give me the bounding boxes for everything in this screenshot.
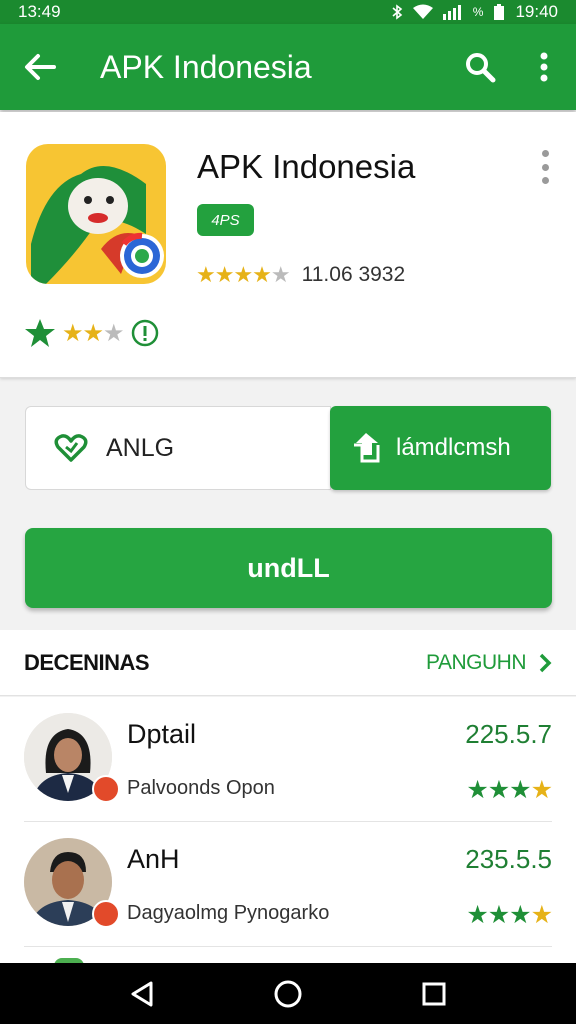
avatar-badge-icon: [92, 775, 120, 803]
status-bar: 13:49 % 19:40: [0, 0, 576, 24]
section-title: DECENINAS: [24, 649, 150, 675]
item-subtitle: Dagyaolmg Pynogarko: [127, 902, 330, 924]
dot-icon: [541, 150, 549, 157]
primary-action-button[interactable]: lámdlcmsh: [330, 406, 551, 490]
item-stars: ★★★★: [466, 901, 553, 929]
primary-action-label: lámdlcmsh: [396, 434, 511, 461]
section-more-link[interactable]: PANGUHN: [426, 651, 552, 675]
dot-icon: [541, 163, 549, 171]
action-button-row: ANLG lámdlcmsh: [25, 406, 552, 490]
app-detail-card: APK Indonesia 4PS ★★★★★ 11.06 3932 ★★★: [0, 112, 576, 378]
search-icon: [466, 53, 496, 83]
back-triangle-icon[interactable]: [129, 980, 155, 1008]
search-button[interactable]: [448, 24, 512, 110]
arrow-back-icon: [25, 54, 56, 80]
item-value: 225.5.7: [465, 719, 552, 749]
item-subtitle: Palvoonds Opon: [127, 777, 275, 799]
battery-percent: %: [472, 5, 484, 19]
item-name: Dptail: [127, 719, 197, 749]
battery-icon: [494, 4, 505, 20]
green-star-icon: [25, 319, 55, 347]
chevron-right-icon: [539, 653, 552, 672]
wifi-icon: [412, 4, 433, 19]
heart-icon: [54, 434, 88, 462]
app-bar-title: APK Indonesia: [100, 48, 312, 85]
item-stars: ★★★★: [466, 776, 553, 804]
home-circle-icon[interactable]: [273, 979, 303, 1009]
app-name: APK Indonesia: [197, 148, 416, 185]
more-options-button[interactable]: [512, 24, 576, 110]
mini-rating-row: ★★★: [24, 318, 160, 348]
rating-row: ★★★★★ 11.06 3932: [196, 262, 405, 288]
avatar-badge-icon: [92, 900, 120, 928]
info-icon[interactable]: [130, 318, 160, 348]
item-value: 235.5.5: [465, 844, 552, 874]
share-upload-icon: [354, 433, 380, 463]
review-list: Dptail Palvoonds Opon 225.5.7 ★★★★ AnH D…: [0, 697, 576, 963]
back-button[interactable]: [0, 24, 80, 110]
list-item[interactable]: AnH Dagyaolmg Pynogarko 235.5.5 ★★★★: [24, 822, 553, 947]
status-icons: % 19:40: [391, 2, 558, 22]
card-more-button[interactable]: [534, 150, 556, 184]
star-rating: ★★★★★: [196, 262, 291, 287]
install-label: undLL: [247, 552, 330, 583]
mini-stars: ★★★: [62, 319, 125, 347]
app-logo[interactable]: [26, 144, 166, 284]
recents-square-icon[interactable]: [421, 981, 447, 1007]
section-link-label: PANGUHN: [426, 650, 526, 674]
bluetooth-icon: [392, 4, 403, 20]
category-badge: 4PS: [197, 204, 254, 236]
list-item[interactable]: Dptail Palvoonds Opon 225.5.7 ★★★★: [24, 697, 553, 822]
status-time: 13:49: [18, 2, 61, 21]
install-button[interactable]: undLL: [25, 528, 552, 608]
more-vert-icon: [540, 52, 548, 82]
secondary-action-label: ANLG: [106, 433, 175, 462]
signal-icon: [442, 5, 461, 20]
app-bar: APK Indonesia: [0, 24, 576, 110]
section-header: DECENINAS PANGUHN: [0, 630, 576, 696]
dot-icon: [541, 177, 549, 184]
item-name: AnH: [127, 844, 180, 874]
system-nav-bar: [0, 963, 576, 1024]
status-clock-right: 19:40: [515, 2, 558, 21]
rating-count: 11.06 3932: [301, 263, 406, 286]
secondary-action-button[interactable]: ANLG: [25, 406, 331, 490]
